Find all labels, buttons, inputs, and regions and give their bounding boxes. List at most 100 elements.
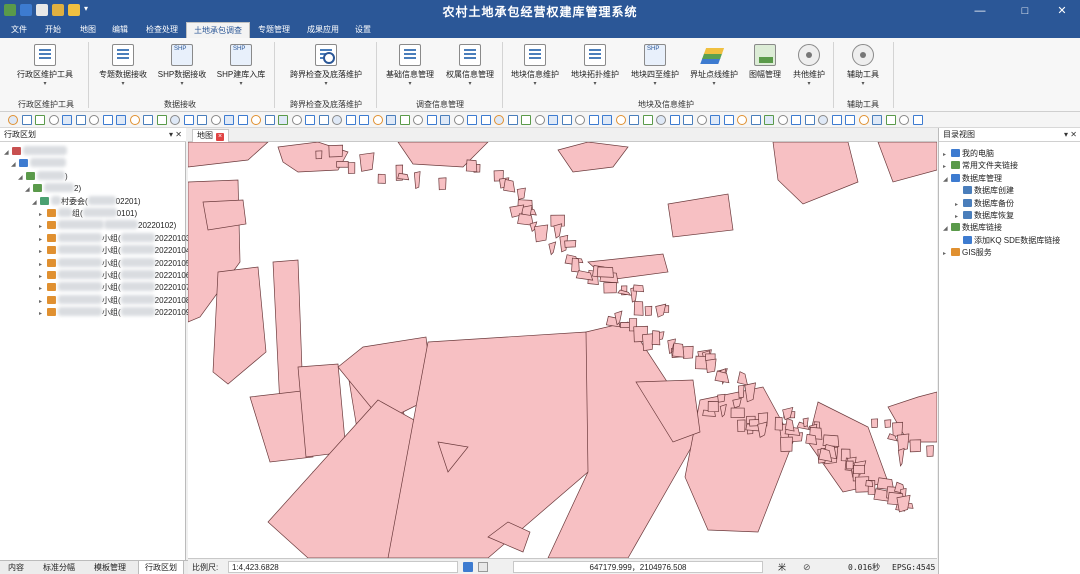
collapse-arrow-icon[interactable]: ▸ bbox=[39, 246, 47, 258]
expand-arrow-icon[interactable]: ▸ bbox=[955, 211, 963, 223]
basic-info-management-button[interactable]: 基础信息管理 ▾ bbox=[383, 44, 437, 92]
tab-contents[interactable]: 内容 bbox=[4, 561, 28, 574]
toolbar-tool-icon[interactable] bbox=[494, 115, 504, 125]
toolbar-tool-icon[interactable] bbox=[710, 115, 720, 125]
collapse-arrow-icon[interactable]: ▸ bbox=[39, 283, 47, 295]
toolbar-tool-icon[interactable] bbox=[642, 115, 653, 125]
parcel-polygon[interactable] bbox=[871, 418, 879, 428]
catalog-item-database-links[interactable]: ◢ 数据库链接 bbox=[943, 222, 1002, 234]
toolbar-tool-icon[interactable] bbox=[305, 115, 315, 125]
toolbar-tool-icon[interactable] bbox=[170, 115, 180, 125]
parcel-polygon[interactable] bbox=[705, 358, 717, 374]
tab-admin-division[interactable]: 行政区划 bbox=[138, 561, 184, 574]
toolbar-tool-icon[interactable] bbox=[332, 115, 342, 125]
parcel-polygon[interactable] bbox=[564, 240, 577, 248]
menu-result-application[interactable]: 成果应用 bbox=[300, 22, 346, 38]
toolbar-tool-icon[interactable] bbox=[62, 115, 72, 125]
tree-node[interactable]: ▸ 20220102) bbox=[39, 220, 176, 232]
toolbar-tool-icon[interactable] bbox=[156, 115, 167, 125]
parcel-polygon[interactable] bbox=[397, 172, 410, 181]
tree-node[interactable]: ▸ 小组(20220105) bbox=[39, 257, 193, 270]
parcel-polygon[interactable] bbox=[603, 282, 617, 294]
toolbar-tool-icon[interactable] bbox=[318, 115, 329, 125]
parcel-polygon[interactable] bbox=[822, 434, 840, 447]
toolbar-tool-icon[interactable] bbox=[548, 115, 558, 125]
catalog-item-database-management[interactable]: ◢ 数据库管理 bbox=[943, 173, 1002, 185]
toolbar-tool-icon[interactable] bbox=[399, 115, 410, 125]
toolbar-tool-icon[interactable] bbox=[278, 115, 288, 125]
parcel-polygon[interactable] bbox=[774, 416, 783, 431]
close-tab-icon[interactable]: × bbox=[216, 133, 224, 141]
parcel-polygon[interactable] bbox=[896, 433, 910, 451]
toolbar-tool-icon[interactable] bbox=[453, 115, 464, 125]
close-button[interactable]: ✕ bbox=[1042, 0, 1080, 22]
parcel-polygon[interactable] bbox=[328, 144, 343, 158]
toolbar-tool-icon[interactable] bbox=[116, 115, 126, 125]
menu-theme-management[interactable]: 专题管理 bbox=[252, 22, 296, 38]
toolbar-tool-icon[interactable] bbox=[602, 115, 612, 125]
menu-file[interactable]: 文件 bbox=[6, 22, 32, 38]
panel-controls[interactable]: ▾ ✕ bbox=[169, 128, 182, 142]
parcel-polygon[interactable] bbox=[596, 266, 614, 278]
toolbar-tool-icon[interactable] bbox=[183, 115, 194, 125]
menu-start[interactable]: 开始 bbox=[40, 22, 66, 38]
toolbar-tool-icon[interactable] bbox=[872, 115, 882, 125]
toolbar-tool-icon[interactable] bbox=[413, 115, 423, 125]
parcel-polygon[interactable] bbox=[336, 161, 349, 168]
toolbar-tool-icon[interactable] bbox=[696, 115, 707, 125]
parcel-polygon[interactable] bbox=[642, 333, 654, 351]
parcel-polygon[interactable] bbox=[359, 152, 375, 172]
parcel-polygon[interactable] bbox=[651, 330, 661, 346]
tree-node[interactable]: ◢ 2) bbox=[25, 183, 81, 195]
collapse-arrow-icon[interactable]: ▸ bbox=[39, 308, 47, 320]
parcel-polygon[interactable] bbox=[780, 436, 793, 452]
collapse-arrow-icon[interactable]: ▸ bbox=[39, 296, 47, 308]
shp-build-db-button[interactable]: SHP建库入库 ▾ bbox=[214, 44, 268, 92]
collapse-arrow-icon[interactable]: ▸ bbox=[39, 221, 47, 233]
parcel-polygon[interactable] bbox=[632, 284, 645, 293]
toolbar-tool-icon[interactable] bbox=[440, 115, 450, 125]
toolbar-tool-icon[interactable] bbox=[656, 115, 666, 125]
toolbar-tool-icon[interactable] bbox=[507, 115, 518, 125]
admin-region-tool-button[interactable]: 行政区维护工具 ▾ bbox=[12, 44, 78, 92]
toolbar-tool-icon[interactable] bbox=[291, 115, 302, 125]
parcel-polygon[interactable] bbox=[714, 370, 730, 384]
scale-input[interactable]: 1:4,423.6828 bbox=[228, 561, 458, 573]
toolbar-tool-icon[interactable] bbox=[237, 115, 248, 125]
parcel-polygon[interactable] bbox=[503, 178, 516, 193]
collapse-arrow-icon[interactable]: ▸ bbox=[39, 234, 47, 246]
toolbar-tool-icon[interactable] bbox=[723, 115, 734, 125]
catalog-item-backup-database[interactable]: ▸ 数据库备份 bbox=[955, 198, 1014, 210]
ownership-info-management-button[interactable]: 权属信息管理 ▾ bbox=[443, 44, 497, 92]
expand-arrow-icon[interactable]: ◢ bbox=[18, 172, 26, 184]
toolbar-tool-icon[interactable] bbox=[75, 115, 86, 125]
parcel-polygon[interactable] bbox=[347, 162, 356, 174]
toolbar-tool-icon[interactable] bbox=[858, 115, 869, 125]
parcel-polygon[interactable] bbox=[644, 305, 653, 316]
toolbar-tool-icon[interactable] bbox=[197, 115, 207, 125]
parcel-boundary-button[interactable]: 地块四至维护 ▾ bbox=[628, 44, 682, 92]
parcel-polygon[interactable] bbox=[784, 418, 795, 432]
page-icon[interactable] bbox=[478, 562, 488, 572]
toolbar-tool-icon[interactable] bbox=[251, 115, 261, 125]
toolbar-tool-icon[interactable] bbox=[777, 115, 788, 125]
parcel-polygon[interactable] bbox=[805, 433, 818, 445]
tree-node[interactable]: ◢ 村委会(02201) bbox=[32, 195, 141, 209]
expand-arrow-icon[interactable]: ◢ bbox=[4, 147, 12, 159]
menu-check-process[interactable]: 检查处理 bbox=[140, 22, 184, 38]
expand-arrow-icon[interactable]: ◢ bbox=[32, 197, 40, 209]
toolbar-tool-icon[interactable] bbox=[521, 115, 531, 125]
tree-node[interactable]: ▸ 组(0101) bbox=[39, 208, 137, 220]
cross-border-check-button[interactable]: 跨界检查及底落维护 ▾ bbox=[286, 44, 366, 92]
parcel-polygon[interactable] bbox=[188, 142, 269, 168]
expand-arrow-icon[interactable]: ▸ bbox=[943, 149, 951, 161]
toolbar-tool-icon[interactable] bbox=[129, 115, 140, 125]
catalog-item-restore-database[interactable]: ▸ 数据库恢复 bbox=[955, 210, 1014, 222]
toolbar-tool-icon[interactable] bbox=[588, 115, 599, 125]
expand-arrow-icon[interactable]: ◢ bbox=[943, 174, 951, 186]
parcel-polygon[interactable] bbox=[897, 447, 905, 467]
toolbar-tool-icon[interactable] bbox=[750, 115, 761, 125]
parcel-polygon[interactable] bbox=[926, 445, 934, 457]
auxiliary-tools-button[interactable]: 辅助工具 ▾ bbox=[843, 44, 883, 92]
parcel-info-maintenance-button[interactable]: 地块信息维护 ▾ bbox=[508, 44, 562, 92]
